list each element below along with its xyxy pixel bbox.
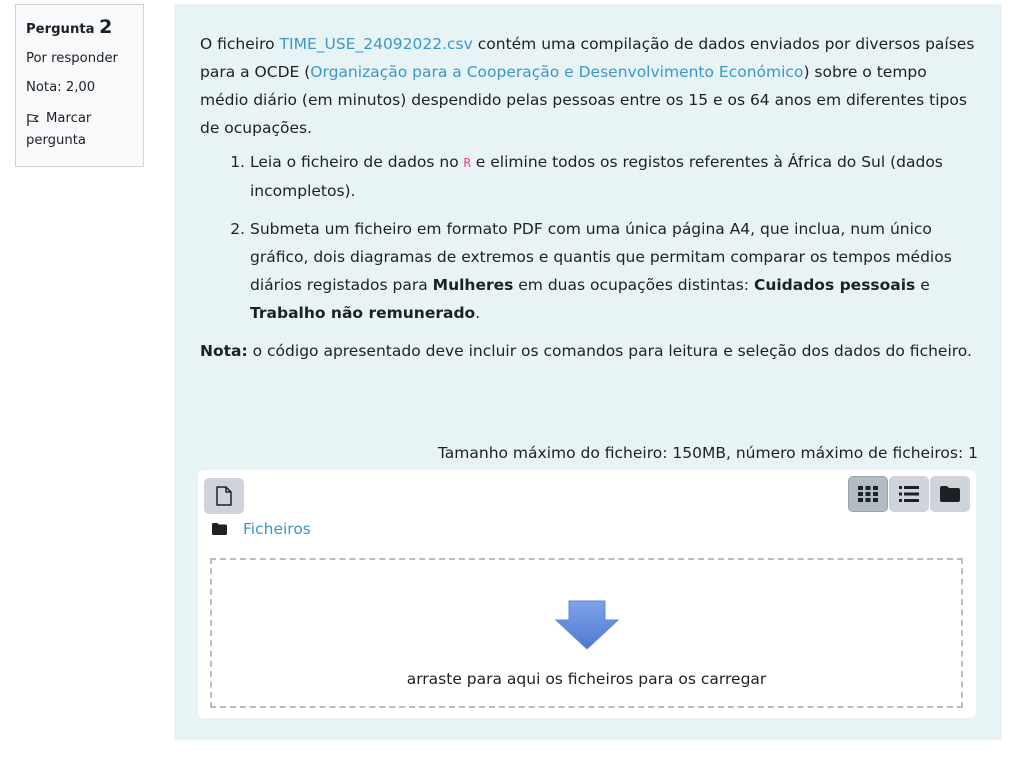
flag-label-line2: pergunta xyxy=(26,133,87,148)
step2-text-e: . xyxy=(475,304,481,322)
max-file-size: Tamanho máximo do ficheiro: 150MB, númer… xyxy=(437,444,978,462)
question-intro: O ficheiro TIME_USE_24092022.csv contém … xyxy=(200,30,976,142)
grid-icon xyxy=(858,486,878,502)
step2-bold-cuidados: Cuidados pessoais xyxy=(753,276,916,294)
file-link[interactable]: TIME_USE_24092022.csv xyxy=(280,35,473,53)
arrow-down-icon xyxy=(555,600,619,650)
step2-bold-mulheres: Mulheres xyxy=(432,276,514,294)
instruction-step-1: Leia o ficheiro de dados no R e elimine … xyxy=(250,148,976,205)
step2-bold-trabalho: Trabalho não remunerado xyxy=(250,304,476,322)
view-icons-button[interactable] xyxy=(848,476,888,512)
note-text: o código apresentado deve incluir os com… xyxy=(247,342,972,360)
org-link[interactable]: Organização para a Cooperação e Desenvol… xyxy=(310,63,803,81)
question-note: Nota: o código apresentado deve incluir … xyxy=(200,337,976,365)
instruction-step-2: Submeta um ficheiro em formato PDF com u… xyxy=(250,215,976,327)
file-drop-zone[interactable]: arraste para aqui os ficheiros para os c… xyxy=(210,558,963,708)
flag-icon xyxy=(27,113,39,126)
question-number: Pergunta 2 xyxy=(26,15,133,40)
question-status: Por responder xyxy=(26,50,118,66)
question-content: O ficheiro TIME_USE_24092022.csv contém … xyxy=(174,4,1002,740)
flag-question-button[interactable]: Marcar pergunta xyxy=(26,108,133,152)
question-number-value: 2 xyxy=(99,16,113,38)
step2-text-d: e xyxy=(915,276,930,294)
breadcrumb-files-link[interactable]: Ficheiros xyxy=(243,520,311,538)
folder-icon xyxy=(212,523,227,535)
breadcrumb: Ficheiros xyxy=(212,520,311,538)
drop-message: arraste para aqui os ficheiros para os c… xyxy=(406,670,767,688)
file-icon xyxy=(216,486,232,506)
view-details-button[interactable] xyxy=(889,476,929,512)
flag-label: Marcar xyxy=(46,111,92,126)
r-code: R xyxy=(463,156,471,170)
question-info-panel: Pergunta 2 Por responder Nota: 2,00 Marc… xyxy=(15,4,144,167)
step2-text-c: em duas ocupações distintas: xyxy=(513,276,754,294)
view-tree-button[interactable] xyxy=(930,476,970,512)
list-icon xyxy=(899,486,919,502)
question-text: O ficheiro TIME_USE_24092022.csv contém … xyxy=(200,30,976,365)
intro-text-1: O ficheiro xyxy=(200,35,280,53)
file-manager: Ficheiros arraste para aqui os ficheiros… xyxy=(198,470,976,718)
note-label: Nota: xyxy=(200,342,248,360)
instructions-list: Leia o ficheiro de dados no R e elimine … xyxy=(200,148,976,327)
step1-text-a: Leia o ficheiro de dados no xyxy=(250,153,464,171)
question-grade: Nota: 2,00 xyxy=(26,79,96,95)
question-label: Pergunta xyxy=(26,22,95,37)
add-file-button[interactable] xyxy=(204,478,244,514)
folder-icon xyxy=(940,486,960,502)
